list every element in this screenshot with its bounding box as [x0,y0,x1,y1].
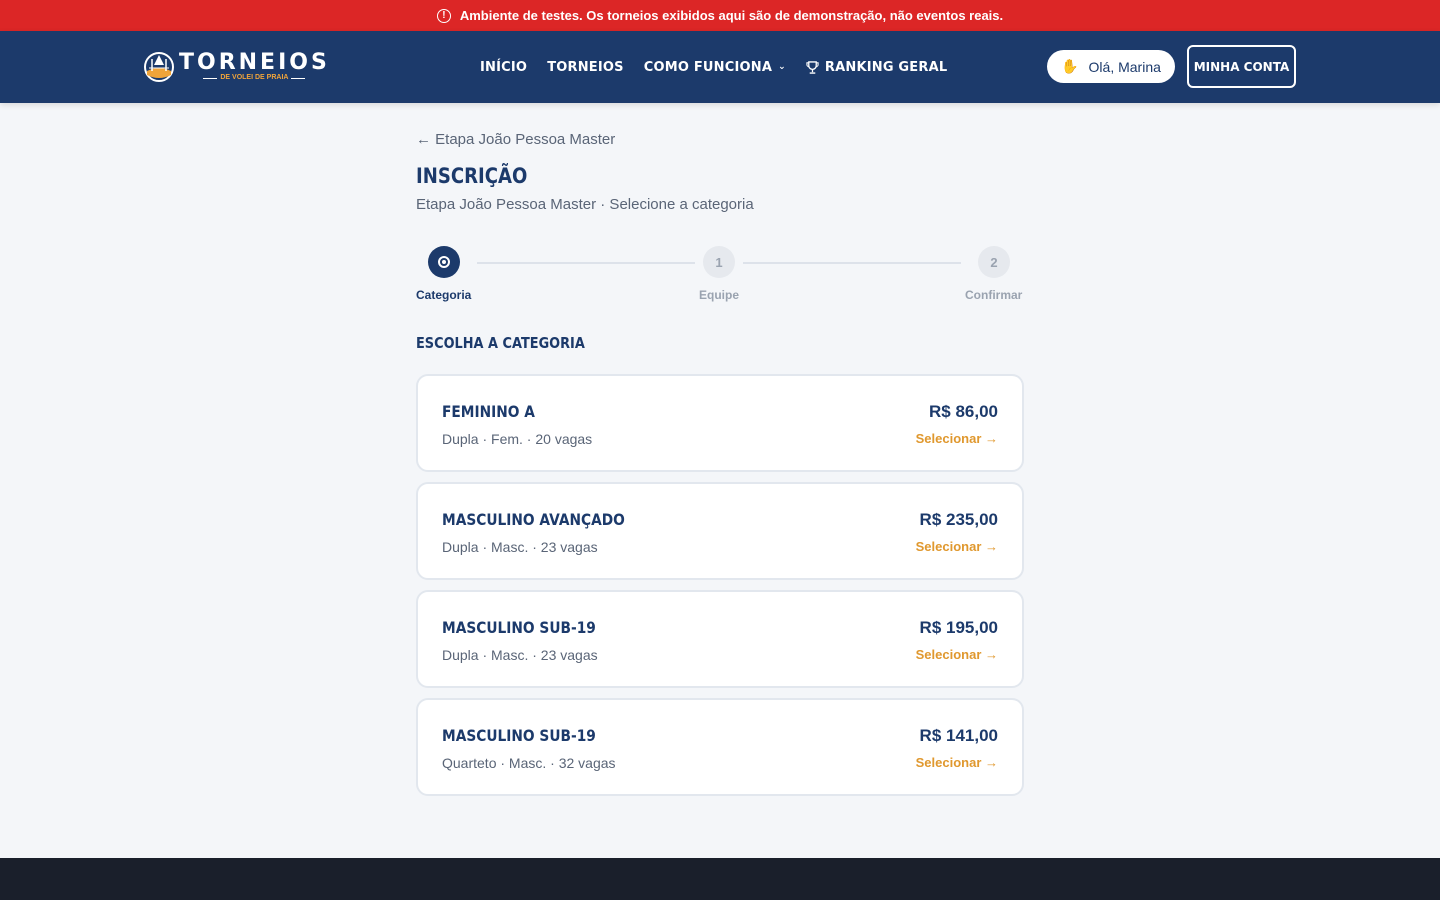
user-greeting-button[interactable]: ✋ Olá, Marina [1047,50,1175,83]
category-name: MASCULINO SUB-19 [442,726,596,745]
nav-link-torneios[interactable]: TORNEIOS [547,60,624,75]
brand-subtitle: DE VOLEI DE PRAIA [220,74,289,81]
category-list: FEMININO A Dupla · Fem. · 20 vagas R$ 86… [416,374,1024,806]
step-marker-confirmar: 2 [978,246,1010,278]
category-meta: Dupla · Masc. · 23 vagas [442,647,598,663]
category-price: R$ 235,00 [919,510,998,529]
test-environment-banner: ! Ambiente de testes. Os torneios exibid… [0,0,1440,31]
page-title: INSCRIÇÃO [416,164,528,188]
nav-link-inicio[interactable]: INÍCIO [480,60,527,75]
category-card[interactable]: FEMININO A Dupla · Fem. · 20 vagas R$ 86… [416,374,1024,472]
step-label-confirmar: Confirmar [965,288,1023,302]
step-connector [477,262,695,264]
step-marker-equipe: 1 [703,246,735,278]
category-card[interactable]: MASCULINO SUB-19 Quarteto · Masc. · 32 v… [416,698,1024,796]
category-card[interactable]: MASCULINO SUB-19 Dupla · Masc. · 23 vaga… [416,590,1024,688]
user-greeting: Olá, Marina [1088,58,1161,75]
trophy-icon [806,60,819,74]
banner-text: Ambiente de testes. Os torneios exibidos… [459,8,1004,23]
category-meta: Dupla · Masc. · 23 vagas [442,539,598,555]
category-price: R$ 141,00 [919,726,998,745]
category-name: FEMININO A [442,402,535,421]
section-title: ESCOLHA A CATEGORIA [416,334,585,352]
main-navbar: TORNEIOS DE VOLEI DE PRAIA INÍCIO TORNEI… [0,31,1440,103]
brand-subtitle-row: DE VOLEI DE PRAIA [203,74,306,82]
page-subtitle: Etapa João Pessoa Master · Selecione a c… [416,196,754,213]
category-name: MASCULINO SUB-19 [442,618,596,637]
category-meta: Dupla · Fem. · 20 vagas [442,431,593,447]
category-name: MASCULINO AVANÇADO [442,510,625,529]
category-card[interactable]: MASCULINO AVANÇADO Dupla · Masc. · 23 va… [416,482,1024,580]
step-marker-categoria [428,246,460,278]
step-label-categoria: Categoria [416,288,472,302]
category-price: R$ 86,00 [929,402,998,421]
volleyball-logo-icon [144,52,174,82]
select-category-link[interactable]: Selecionar → [916,647,998,662]
nav-link-ranking-geral[interactable]: RANKING GERAL [806,60,947,75]
nav-link-como-funciona[interactable]: COMO FUNCIONA ⌄ [644,60,786,75]
my-account-button[interactable]: MINHA CONTA [1187,45,1296,88]
site-logo[interactable]: TORNEIOS DE VOLEI DE PRAIA [143,51,330,83]
step-label-equipe: Equipe [699,288,740,302]
back-to-event-link[interactable]: ← Etapa João Pessoa Master [416,131,615,148]
hand-wave-icon: ✋ [1061,58,1079,74]
chevron-down-icon: ⌄ [778,62,786,72]
category-meta: Quarteto · Masc. · 32 vagas [442,755,616,771]
alert-circle-icon: ! [436,8,451,23]
registration-stepper: 1 2 Categoria Equipe Confirmar [416,246,1024,306]
page-footer [0,858,1440,900]
category-price: R$ 195,00 [919,618,998,637]
select-category-link[interactable]: Selecionar → [916,755,998,770]
step-connector [743,262,961,264]
primary-nav: INÍCIO TORNEIOS COMO FUNCIONA ⌄ RANKING … [480,31,967,103]
select-category-link[interactable]: Selecionar → [916,539,998,554]
brand-title: TORNEIOS [179,50,330,75]
target-icon [438,256,450,268]
select-category-link[interactable]: Selecionar → [916,431,998,446]
